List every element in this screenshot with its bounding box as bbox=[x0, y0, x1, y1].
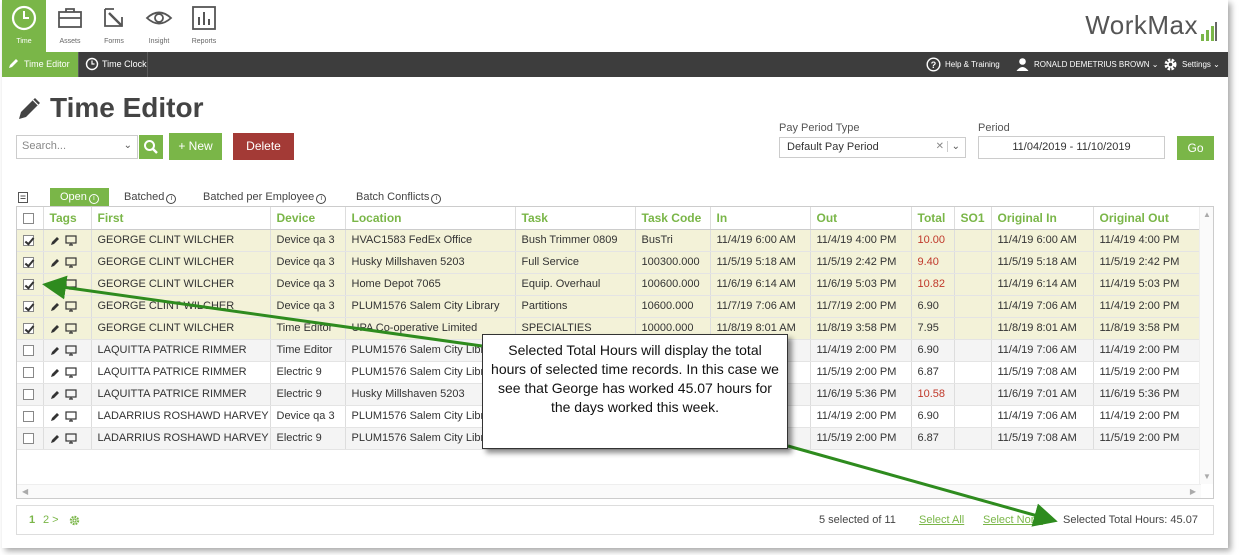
app-window: Time Assets Forms Insight Reports WorkMa… bbox=[2, 0, 1228, 548]
arrow-to-total bbox=[787, 444, 1058, 527]
annotation-arrows bbox=[42, 275, 1058, 527]
annotation-callout: Selected Total Hours will display the to… bbox=[482, 334, 788, 449]
arrow-to-selection bbox=[42, 275, 483, 348]
